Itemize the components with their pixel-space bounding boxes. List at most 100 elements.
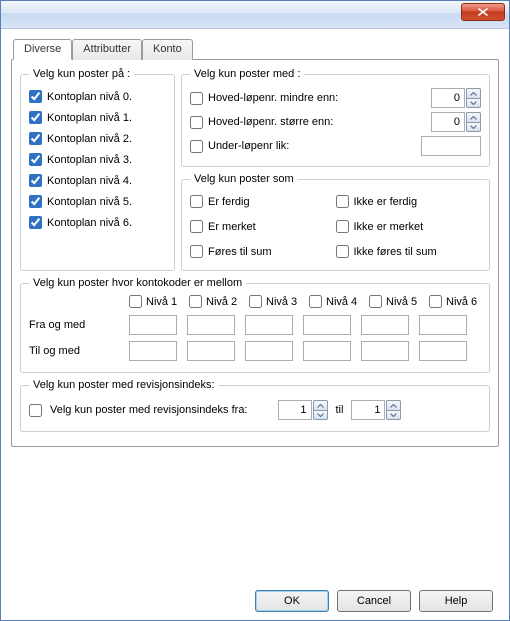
- chk-ikke-fores-til-sum-label: Ikke føres til sum: [354, 246, 437, 258]
- chk-er-merket[interactable]: [190, 220, 203, 233]
- chk-nivaa-5-label: Kontoplan nivå 5.: [47, 196, 132, 208]
- chk-ikke-er-merket-label: Ikke er merket: [354, 221, 424, 233]
- chk-kk-nivaa-4[interactable]: [309, 295, 322, 308]
- spin-hoved-storre-up[interactable]: [466, 112, 481, 122]
- group-poster-med: Velg kun poster med : Hoved-løpenr. mind…: [181, 68, 490, 167]
- kk-fra-2[interactable]: [187, 315, 235, 335]
- group-revisjonsindeks-legend: Velg kun poster med revisjonsindeks:: [29, 379, 219, 391]
- cancel-button[interactable]: Cancel: [337, 590, 411, 612]
- group-kontokoder-legend: Velg kun poster hvor kontokoder er mello…: [29, 277, 246, 289]
- spin-hoved-mindre-down[interactable]: [466, 98, 481, 108]
- group-revisjonsindeks: Velg kun poster med revisjonsindeks: Vel…: [20, 379, 490, 432]
- chk-kk-nivaa-6-label: Nivå 6: [446, 296, 477, 308]
- spin-rev-from-input[interactable]: [278, 400, 312, 420]
- spin-hoved-mindre-input[interactable]: [431, 88, 465, 108]
- group-poster-med-legend: Velg kun poster med :: [190, 68, 304, 80]
- kk-til-2[interactable]: [187, 341, 235, 361]
- kk-fra-3[interactable]: [245, 315, 293, 335]
- chk-fores-til-sum[interactable]: [190, 245, 203, 258]
- chk-nivaa-4-label: Kontoplan nivå 4.: [47, 175, 132, 187]
- chk-kk-nivaa-2-label: Nivå 2: [206, 296, 237, 308]
- chk-ikke-er-ferdig[interactable]: [336, 195, 349, 208]
- under-lik-input[interactable]: [421, 136, 481, 156]
- chk-hoved-storre-label: Hoved-løpenr. større enn:: [208, 116, 333, 128]
- chk-kk-nivaa-1[interactable]: [129, 295, 142, 308]
- chevron-down-icon: [470, 101, 477, 105]
- chevron-up-icon: [317, 404, 324, 408]
- chk-under-lik[interactable]: [190, 140, 203, 153]
- spin-rev-from: [278, 400, 328, 420]
- kk-fra-5[interactable]: [361, 315, 409, 335]
- chevron-up-icon: [390, 404, 397, 408]
- tab-konto[interactable]: Konto: [142, 39, 193, 60]
- client-area: Diverse Attributter Konto Velg kun poste…: [1, 29, 509, 620]
- chk-nivaa-2-label: Kontoplan nivå 2.: [47, 133, 132, 145]
- kk-til-4[interactable]: [303, 341, 351, 361]
- chk-nivaa-3[interactable]: [29, 153, 42, 166]
- tab-attributter[interactable]: Attributter: [72, 39, 142, 60]
- chk-kk-nivaa-6[interactable]: [429, 295, 442, 308]
- chk-kk-nivaa-2[interactable]: [189, 295, 202, 308]
- spin-hoved-mindre-up[interactable]: [466, 88, 481, 98]
- chk-kk-nivaa-5-label: Nivå 5: [386, 296, 417, 308]
- tab-panel-diverse: Velg kun poster på : Kontoplan nivå 0. K…: [11, 59, 499, 447]
- kk-til-3[interactable]: [245, 341, 293, 361]
- kk-til-6[interactable]: [419, 341, 467, 361]
- chk-nivaa-1[interactable]: [29, 111, 42, 124]
- chk-ikke-er-merket[interactable]: [336, 220, 349, 233]
- spin-rev-to-down[interactable]: [386, 410, 401, 420]
- spin-rev-from-up[interactable]: [313, 400, 328, 410]
- spin-rev-to-up[interactable]: [386, 400, 401, 410]
- chk-hoved-mindre[interactable]: [190, 92, 203, 105]
- tab-diverse[interactable]: Diverse: [13, 39, 72, 60]
- spin-hoved-storre: [431, 112, 481, 132]
- chk-hoved-storre[interactable]: [190, 116, 203, 129]
- dialog-window: Diverse Attributter Konto Velg kun poste…: [0, 0, 510, 621]
- kk-til-5[interactable]: [361, 341, 409, 361]
- kk-header: Nivå 1 Nivå 2 Nivå 3 Nivå 4 Nivå 5 Nivå …: [129, 295, 481, 308]
- group-kontokoder: Velg kun poster hvor kontokoder er mello…: [20, 277, 490, 373]
- kk-fra-1[interactable]: [129, 315, 177, 335]
- spin-hoved-mindre: [431, 88, 481, 108]
- spin-rev-to: [351, 400, 401, 420]
- chk-nivaa-0-label: Kontoplan nivå 0.: [47, 91, 132, 103]
- spin-hoved-storre-input[interactable]: [431, 112, 465, 132]
- window-close-button[interactable]: [461, 3, 505, 21]
- chk-nivaa-2[interactable]: [29, 132, 42, 145]
- chk-kk-nivaa-4-label: Nivå 4: [326, 296, 357, 308]
- chk-ikke-fores-til-sum[interactable]: [336, 245, 349, 258]
- spin-hoved-storre-down[interactable]: [466, 122, 481, 132]
- chk-fores-til-sum-label: Føres til sum: [208, 246, 272, 258]
- chk-under-lik-label: Under-løpenr lik:: [208, 140, 289, 152]
- kk-fra-6[interactable]: [419, 315, 467, 335]
- chevron-up-icon: [470, 116, 477, 120]
- chk-nivaa-3-label: Kontoplan nivå 3.: [47, 154, 132, 166]
- kk-fra-4[interactable]: [303, 315, 351, 335]
- help-button[interactable]: Help: [419, 590, 493, 612]
- chk-kk-nivaa-5[interactable]: [369, 295, 382, 308]
- dialog-buttons: OK Cancel Help: [11, 582, 499, 612]
- spin-rev-from-down[interactable]: [313, 410, 328, 420]
- chevron-down-icon: [470, 125, 477, 129]
- chk-hoved-mindre-label: Hoved-løpenr. mindre enn:: [208, 92, 338, 104]
- chk-nivaa-0[interactable]: [29, 90, 42, 103]
- chk-nivaa-5[interactable]: [29, 195, 42, 208]
- kk-fra-label: Fra og med: [29, 319, 129, 331]
- chk-nivaa-6-label: Kontoplan nivå 6.: [47, 217, 132, 229]
- tab-strip: Diverse Attributter Konto: [11, 39, 499, 60]
- chk-ikke-er-ferdig-label: Ikke er ferdig: [354, 196, 418, 208]
- chk-er-ferdig[interactable]: [190, 195, 203, 208]
- spin-rev-to-input[interactable]: [351, 400, 385, 420]
- chevron-down-icon: [317, 413, 324, 417]
- chk-revisjon-fra[interactable]: [29, 404, 42, 417]
- ok-button[interactable]: OK: [255, 590, 329, 612]
- chk-kk-nivaa-1-label: Nivå 1: [146, 296, 177, 308]
- group-poster-paa: Velg kun poster på : Kontoplan nivå 0. K…: [20, 68, 175, 271]
- group-poster-som: Velg kun poster som Er ferdig Ikke er fe…: [181, 173, 490, 271]
- chk-er-merket-label: Er merket: [208, 221, 256, 233]
- chk-nivaa-6[interactable]: [29, 216, 42, 229]
- chk-kk-nivaa-3[interactable]: [249, 295, 262, 308]
- kk-til-1[interactable]: [129, 341, 177, 361]
- titlebar: [1, 1, 509, 29]
- chk-nivaa-4[interactable]: [29, 174, 42, 187]
